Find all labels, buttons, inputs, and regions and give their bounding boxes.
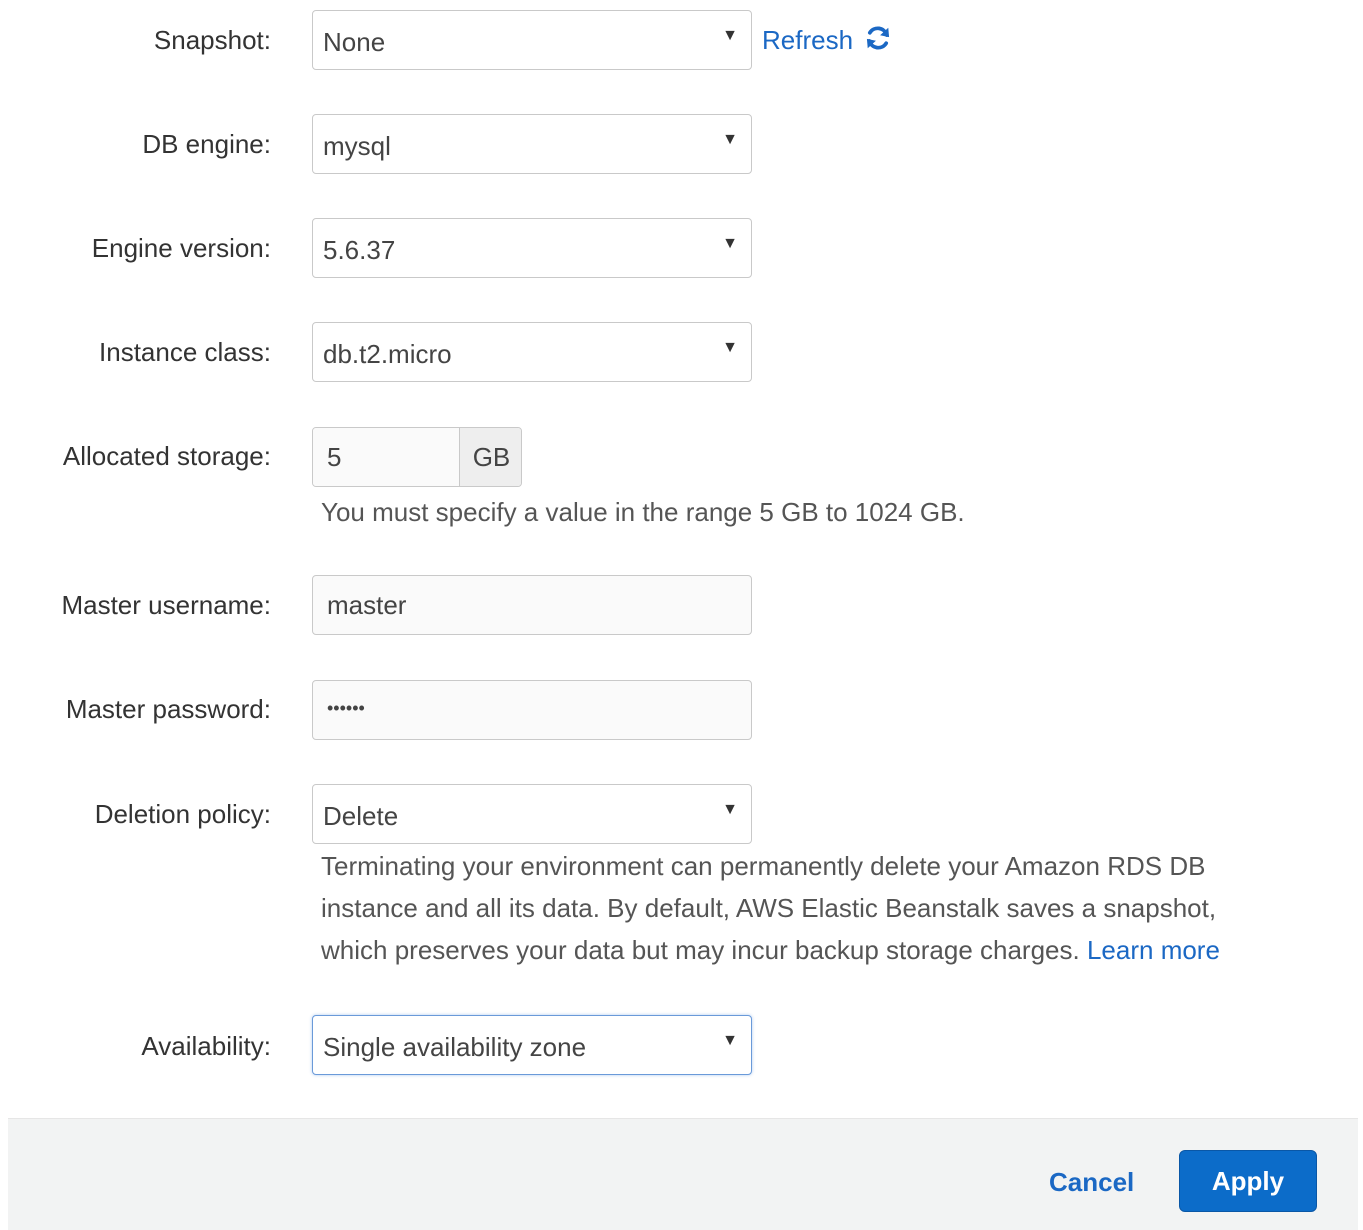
refresh-button[interactable]: Refresh <box>762 24 892 56</box>
apply-button[interactable]: Apply <box>1179 1150 1317 1212</box>
master-username-label: Master username: <box>61 590 271 620</box>
deletion-help-line-3-text: which preserves your data but may incur … <box>321 935 1080 965</box>
deletion-policy-select[interactable]: Delete ▼ <box>312 784 752 844</box>
footer-bar: Cancel Apply <box>8 1118 1358 1230</box>
engine-version-select-value: 5.6.37 <box>323 235 396 265</box>
chevron-down-icon: ▼ <box>722 801 738 818</box>
engine-version-label: Engine version: <box>91 233 271 263</box>
snapshot-select[interactable]: None ▼ <box>312 10 752 70</box>
storage-unit-addon: GB <box>459 428 521 486</box>
chevron-down-icon: ▼ <box>722 1032 738 1049</box>
availability-select[interactable]: Single availability zone ▼ <box>312 1015 752 1075</box>
deletion-help-line-3: which preserves your data but may incur … <box>321 929 1321 971</box>
deletion-policy-help: Terminating your environment can permane… <box>321 845 1321 971</box>
master-password-input[interactable]: •••••• <box>312 680 752 740</box>
chevron-down-icon: ▼ <box>722 235 738 252</box>
instance-class-select-value: db.t2.micro <box>323 339 452 369</box>
cancel-button[interactable]: Cancel <box>1049 1167 1134 1198</box>
db-engine-select-value: mysql <box>323 131 391 161</box>
allocated-storage-input[interactable]: 5 <box>313 428 459 486</box>
storage-unit-label: GB <box>472 442 511 472</box>
allocated-storage-group: 5 GB <box>312 427 522 487</box>
engine-version-select[interactable]: 5.6.37 ▼ <box>312 218 752 278</box>
chevron-down-icon: ▼ <box>722 27 738 44</box>
instance-class-select[interactable]: db.t2.micro ▼ <box>312 322 752 382</box>
instance-class-label: Instance class: <box>99 337 271 367</box>
chevron-down-icon: ▼ <box>722 339 738 356</box>
snapshot-label: Snapshot: <box>153 25 271 55</box>
master-username-input[interactable]: master <box>312 575 752 635</box>
master-password-label: Master password: <box>65 694 271 724</box>
db-engine-select[interactable]: mysql ▼ <box>312 114 752 174</box>
availability-select-value: Single availability zone <box>323 1032 587 1062</box>
deletion-help-line-1: Terminating your environment can permane… <box>321 851 1206 881</box>
deletion-help-line-2: instance and all its data. By default, A… <box>321 893 1217 923</box>
deletion-policy-select-value: Delete <box>323 801 399 831</box>
master-username-value: master <box>327 590 407 620</box>
apply-button-label: Apply <box>1211 1166 1285 1196</box>
refresh-label: Refresh <box>762 25 854 55</box>
refresh-icon <box>867 26 890 50</box>
deletion-policy-label: Deletion policy: <box>94 799 271 829</box>
allocated-storage-value: 5 <box>327 442 342 472</box>
db-engine-label: DB engine: <box>142 129 271 159</box>
allocated-storage-label: Allocated storage: <box>62 441 271 471</box>
availability-label: Availability: <box>141 1031 271 1061</box>
master-password-value: •••••• <box>327 698 365 718</box>
snapshot-select-value: None <box>323 27 386 57</box>
allocated-storage-help: You must specify a value in the range 5 … <box>321 497 965 527</box>
learn-more-link[interactable]: Learn more <box>1087 935 1220 965</box>
chevron-down-icon: ▼ <box>722 131 738 148</box>
